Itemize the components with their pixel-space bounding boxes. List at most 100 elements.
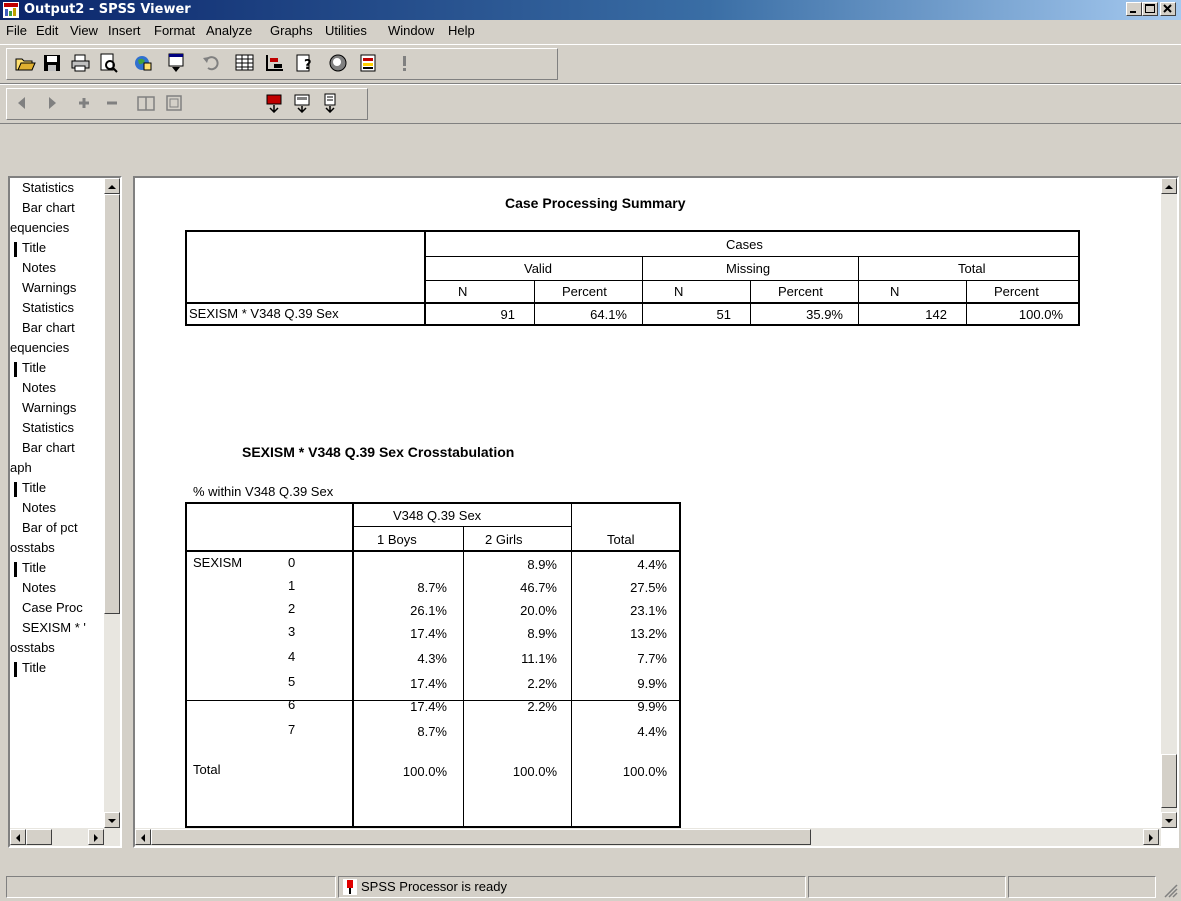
outline-item[interactable]: Title	[22, 240, 46, 255]
outline-item[interactable]: Notes	[22, 260, 56, 275]
outline-item[interactable]: Statistics	[22, 300, 74, 315]
insert-text-button[interactable]	[317, 91, 345, 117]
run-icon	[403, 56, 406, 71]
title-bar[interactable]: Output2 - SPSS Viewer	[0, 0, 1181, 20]
outline-pane[interactable]: Statistics Bar chart equencies Title Not…	[8, 176, 122, 848]
expand-button[interactable]	[71, 91, 99, 117]
minimize-button[interactable]	[1126, 2, 1142, 16]
arrow-left-icon	[141, 834, 145, 842]
viewer-vertical-scrollbar[interactable]	[1161, 178, 1177, 828]
close-button[interactable]	[1160, 2, 1176, 16]
designate-window-button[interactable]	[325, 51, 353, 77]
viewer-horizontal-scrollbar[interactable]	[135, 828, 1161, 846]
outline-item[interactable]: Bar chart	[22, 320, 75, 335]
outline-item[interactable]: osstabs	[10, 540, 55, 555]
menu-help[interactable]: Help	[448, 23, 475, 38]
outline-item[interactable]: equencies	[10, 340, 69, 355]
menu-file[interactable]: File	[6, 23, 27, 38]
cell-boys: 8.7%	[417, 724, 447, 739]
outline-item[interactable]: Title	[22, 660, 46, 675]
menu-analyze[interactable]: Analyze	[206, 23, 252, 38]
menu-edit[interactable]: Edit	[36, 23, 58, 38]
menu-graphs[interactable]: Graphs	[270, 23, 313, 38]
cell-total: 13.2%	[630, 626, 667, 641]
undo-button[interactable]	[197, 51, 225, 77]
save-button[interactable]	[39, 51, 67, 77]
outline-item[interactable]: aph	[10, 460, 32, 475]
cases-header: Cases	[726, 237, 763, 252]
promote-button[interactable]	[11, 91, 39, 117]
open-icon	[15, 58, 36, 71]
menu-utilities[interactable]: Utilities	[325, 23, 367, 38]
value-valid-percent: 64.1%	[590, 307, 627, 322]
outline-scroll-left-button[interactable]	[10, 829, 26, 845]
run-button[interactable]	[391, 51, 419, 77]
print-icon	[71, 54, 90, 72]
collapse-button[interactable]	[99, 91, 127, 117]
cell-girls-total: 100.0%	[512, 764, 557, 779]
show-button[interactable]	[133, 91, 161, 117]
menu-view[interactable]: View	[70, 23, 98, 38]
insert-title-button[interactable]	[289, 91, 317, 117]
outline-item[interactable]: Bar of pct	[22, 520, 78, 535]
close-icon	[1163, 4, 1172, 13]
standard-toolbar: ?	[0, 44, 1181, 84]
demote-button[interactable]	[37, 91, 65, 117]
outline-item[interactable]: Statistics	[22, 420, 74, 435]
resize-grip-icon[interactable]	[1162, 882, 1178, 898]
scroll-down-button[interactable]	[1161, 812, 1177, 828]
outline-scroll-thumb[interactable]	[104, 194, 120, 614]
outline-item[interactable]: Bar chart	[22, 440, 75, 455]
outline-item[interactable]: SEXISM * '	[22, 620, 86, 635]
scroll-up-button[interactable]	[1161, 178, 1177, 194]
outline-scroll-down-button[interactable]	[104, 812, 120, 828]
outline-scroll-up-button[interactable]	[104, 178, 120, 194]
outline-item[interactable]: osstabs	[10, 640, 55, 655]
value-missing-percent: 35.9%	[806, 307, 843, 322]
arrow-right-icon	[1149, 834, 1153, 842]
outline-item[interactable]: Notes	[22, 380, 56, 395]
select-last-output-button[interactable]	[355, 51, 383, 77]
hide-button[interactable]	[161, 91, 189, 117]
scroll-right-button[interactable]	[1143, 829, 1159, 845]
window-title: Output2 - SPSS Viewer	[24, 2, 191, 17]
print-button[interactable]	[67, 51, 95, 77]
outline-hscroll-thumb[interactable]	[26, 829, 52, 845]
outline-scroll-right-button[interactable]	[88, 829, 104, 845]
recall-dialog-button[interactable]	[163, 51, 191, 77]
info-button[interactable]: ?	[291, 51, 319, 77]
insert-heading-button[interactable]	[261, 91, 289, 117]
print-preview-button[interactable]	[95, 51, 123, 77]
scroll-left-button[interactable]	[135, 829, 151, 845]
table-rule	[425, 280, 1080, 281]
outline-item[interactable]: Title	[22, 360, 46, 375]
menu-insert[interactable]: Insert	[108, 23, 141, 38]
viewer-hscroll-thumb[interactable]	[151, 829, 811, 845]
outline-vertical-scrollbar[interactable]	[104, 178, 120, 828]
output-content-pane[interactable]: Case Processing Summary Cases Valid Miss…	[133, 176, 1179, 848]
outline-item[interactable]: Warnings	[22, 400, 76, 415]
outline-item[interactable]: Notes	[22, 500, 56, 515]
outline-item[interactable]: Title	[22, 560, 46, 575]
menu-window[interactable]: Window	[388, 23, 434, 38]
outline-item[interactable]: Title	[22, 480, 46, 495]
export-button[interactable]	[129, 51, 157, 77]
outline-item[interactable]: Statistics	[22, 180, 74, 195]
outline-horizontal-scrollbar[interactable]	[10, 828, 120, 846]
outline-node-mark	[14, 562, 17, 577]
open-button[interactable]	[11, 51, 39, 77]
spss-app-icon[interactable]	[3, 2, 19, 18]
outline-item[interactable]: equencies	[10, 220, 69, 235]
goto-data-button[interactable]	[231, 51, 259, 77]
status-message: SPSS Processor is ready	[361, 879, 507, 894]
outline-item[interactable]: Warnings	[22, 280, 76, 295]
variables-button[interactable]	[261, 51, 289, 77]
outline-item[interactable]: Bar chart	[22, 200, 75, 215]
processor-status-icon	[343, 879, 357, 895]
menu-format[interactable]: Format	[154, 23, 195, 38]
table-rule	[858, 256, 859, 326]
maximize-button[interactable]	[1142, 2, 1158, 16]
outline-item[interactable]: Case Proc	[22, 600, 83, 615]
outline-item[interactable]: Notes	[22, 580, 56, 595]
viewer-scroll-thumb[interactable]	[1161, 754, 1177, 808]
